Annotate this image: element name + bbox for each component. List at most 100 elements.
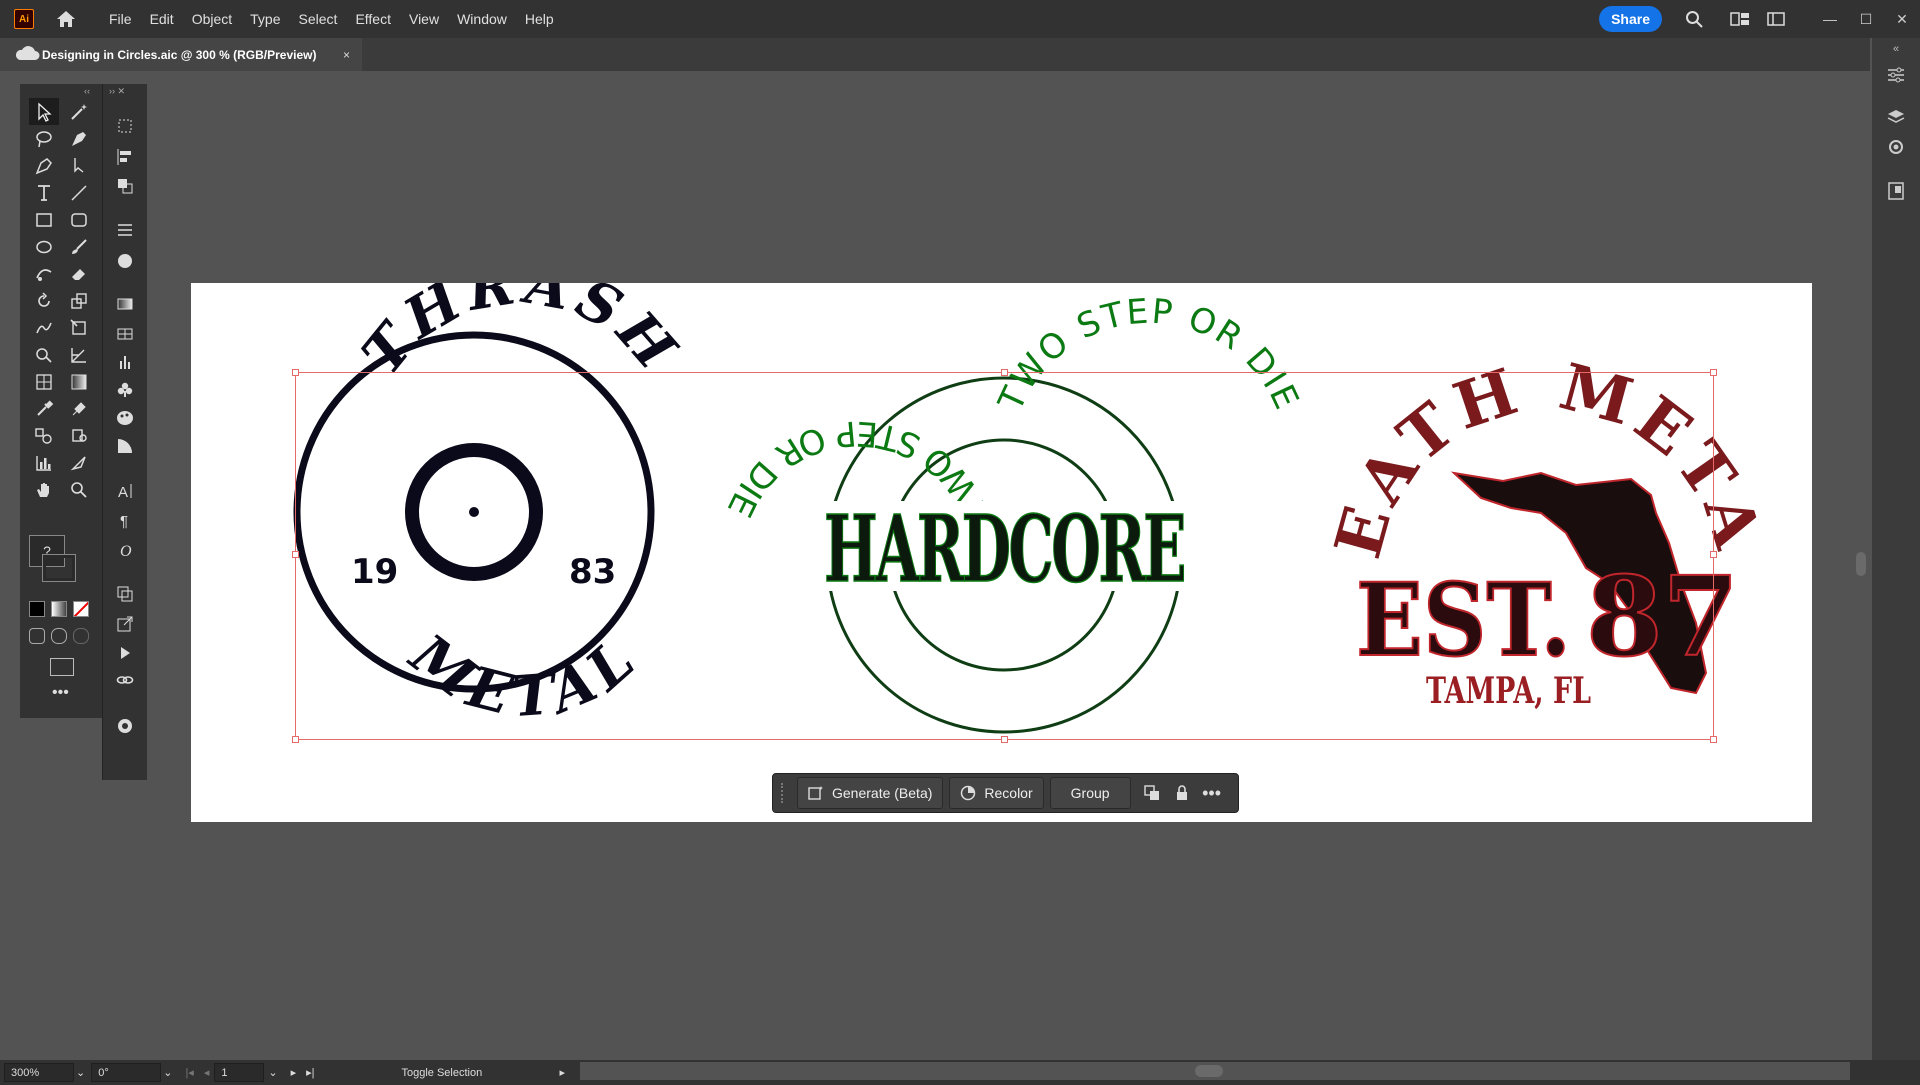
- handle-top-left[interactable]: [292, 369, 299, 376]
- align-panel-icon[interactable]: [110, 143, 140, 170]
- stroke-swatch[interactable]: [42, 554, 76, 582]
- line-segment-tool-icon[interactable]: [64, 179, 94, 206]
- expand-panels-icon[interactable]: «: [1872, 38, 1920, 60]
- expand-panel-strip-icon[interactable]: ›› ✕: [109, 86, 125, 97]
- mesh-tool-icon[interactable]: [29, 368, 59, 395]
- type-tool-icon[interactable]: [29, 179, 59, 206]
- layers-panel-icon[interactable]: [1872, 102, 1920, 132]
- handle-bottom-center[interactable]: [1001, 736, 1008, 743]
- handle-top-right[interactable]: [1710, 369, 1717, 376]
- group-button[interactable]: Group: [1049, 777, 1131, 809]
- menu-type[interactable]: Type: [241, 11, 289, 27]
- home-icon[interactable]: [56, 9, 78, 29]
- zoom-tool-icon[interactable]: [64, 476, 94, 503]
- zoom-dropdown-icon[interactable]: ⌄: [76, 1066, 85, 1079]
- appearance-panel-icon[interactable]: [110, 247, 140, 274]
- menu-object[interactable]: Object: [183, 11, 241, 27]
- magic-wand-tool-icon[interactable]: [64, 98, 94, 125]
- close-window-icon[interactable]: ✕: [1884, 11, 1920, 28]
- draw-behind-icon[interactable]: [51, 628, 67, 644]
- perspective-grid-tool-icon[interactable]: [64, 341, 94, 368]
- handle-bottom-left[interactable]: [292, 736, 299, 743]
- shaper-tool-icon[interactable]: [29, 260, 59, 287]
- measure-tool-icon[interactable]: [64, 395, 94, 422]
- duplicate-icon[interactable]: [1139, 780, 1165, 806]
- slice-tool-icon[interactable]: [64, 449, 94, 476]
- artboards-panel-icon[interactable]: [110, 580, 140, 607]
- rotation-field[interactable]: 0°: [91, 1063, 162, 1082]
- lasso-tool-icon[interactable]: [29, 125, 59, 152]
- status-menu-icon[interactable]: ▸: [560, 1066, 566, 1079]
- draw-inside-icon[interactable]: [73, 628, 89, 644]
- menu-view[interactable]: View: [400, 11, 448, 27]
- warp-tool-icon[interactable]: [29, 314, 59, 341]
- screen-mode-icon[interactable]: [50, 658, 74, 676]
- menu-window[interactable]: Window: [448, 11, 516, 27]
- lock-icon[interactable]: [1169, 780, 1195, 806]
- character-panel-icon[interactable]: A: [110, 477, 140, 504]
- gradient-panel-icon[interactable]: [110, 290, 140, 317]
- horizontal-scrollbar[interactable]: [580, 1062, 1850, 1080]
- artboard-number-field[interactable]: 1: [214, 1063, 265, 1082]
- brushes-panel-icon[interactable]: [110, 348, 140, 375]
- drag-handle[interactable]: [781, 783, 787, 803]
- menu-effect[interactable]: Effect: [346, 11, 400, 27]
- links-panel-icon[interactable]: [110, 666, 140, 693]
- ellipse-tool-icon[interactable]: [29, 233, 59, 260]
- rectangle-tool-icon[interactable]: [29, 206, 59, 233]
- color-guide-panel-icon[interactable]: [110, 404, 140, 431]
- previous-artboard-icon[interactable]: ◂: [204, 1066, 210, 1079]
- tool-status-text[interactable]: Toggle Selection: [402, 1067, 552, 1079]
- handle-middle-right[interactable]: [1710, 551, 1717, 558]
- eraser-tool-icon[interactable]: [64, 260, 94, 287]
- selection-bounding-box[interactable]: [292, 369, 1717, 743]
- menu-select[interactable]: Select: [290, 11, 347, 27]
- gradient-swatch-icon[interactable]: [51, 601, 67, 617]
- menu-help[interactable]: Help: [516, 11, 563, 27]
- last-artboard-icon[interactable]: ▸|: [306, 1066, 314, 1079]
- arrange-documents-icon[interactable]: [1730, 9, 1750, 29]
- blend-tool-icon[interactable]: [29, 422, 59, 449]
- maximize-icon[interactable]: ☐: [1848, 11, 1884, 28]
- artboard-dropdown-icon[interactable]: ⌄: [268, 1066, 277, 1079]
- more-options-icon[interactable]: •••: [1199, 780, 1225, 806]
- workspace-switcher-icon[interactable]: [1766, 9, 1786, 29]
- export-panel-icon[interactable]: [110, 610, 140, 637]
- none-swatch-icon[interactable]: [73, 601, 89, 617]
- curvature-tool-icon[interactable]: [64, 125, 94, 152]
- menu-edit[interactable]: Edit: [141, 11, 183, 27]
- collapse-tools-icon[interactable]: ‹‹: [84, 86, 90, 96]
- next-artboard-icon[interactable]: ▸: [291, 1066, 297, 1079]
- paintbrush-tool-icon[interactable]: [64, 233, 94, 260]
- document-tab[interactable]: Designing in Circles.aic @ 300 % (RGB/Pr…: [0, 38, 362, 71]
- search-icon[interactable]: [1684, 9, 1704, 29]
- vertical-scrollbar[interactable]: [1852, 71, 1870, 1060]
- eyedropper-tool-icon[interactable]: [29, 395, 59, 422]
- rotation-dropdown-icon[interactable]: ⌄: [163, 1066, 172, 1079]
- direct-selection-tool-icon[interactable]: [64, 152, 94, 179]
- opentype-panel-icon[interactable]: O: [110, 536, 140, 563]
- rotate-tool-icon[interactable]: [29, 287, 59, 314]
- fill-stroke-swatch[interactable]: ?: [29, 535, 76, 582]
- menu-file[interactable]: File: [100, 11, 141, 27]
- edit-toolbar-icon[interactable]: •••: [52, 684, 69, 702]
- selection-tool-icon[interactable]: [29, 98, 59, 125]
- color-icon[interactable]: [29, 601, 45, 617]
- libraries-panel-icon[interactable]: [1872, 132, 1920, 162]
- minimize-icon[interactable]: —: [1812, 11, 1848, 27]
- shape-builder-tool-icon[interactable]: [29, 341, 59, 368]
- color-themes-panel-icon[interactable]: [110, 712, 140, 739]
- gradient-tool-icon[interactable]: [64, 368, 94, 395]
- asset-export-icon[interactable]: [1872, 176, 1920, 206]
- first-artboard-icon[interactable]: |◂: [185, 1066, 193, 1079]
- rounded-rectangle-tool-icon[interactable]: [64, 206, 94, 233]
- paragraph-panel-icon[interactable]: ¶: [110, 506, 140, 533]
- zoom-field[interactable]: 300%: [4, 1063, 74, 1082]
- handle-top-center[interactable]: [1001, 369, 1008, 376]
- actions-panel-icon[interactable]: [110, 639, 140, 666]
- transparency-panel-icon[interactable]: [110, 432, 140, 459]
- draw-normal-icon[interactable]: [29, 628, 45, 644]
- hand-tool-icon[interactable]: [29, 476, 59, 503]
- pen-tool-icon[interactable]: [29, 152, 59, 179]
- close-tab-icon[interactable]: ×: [343, 48, 350, 62]
